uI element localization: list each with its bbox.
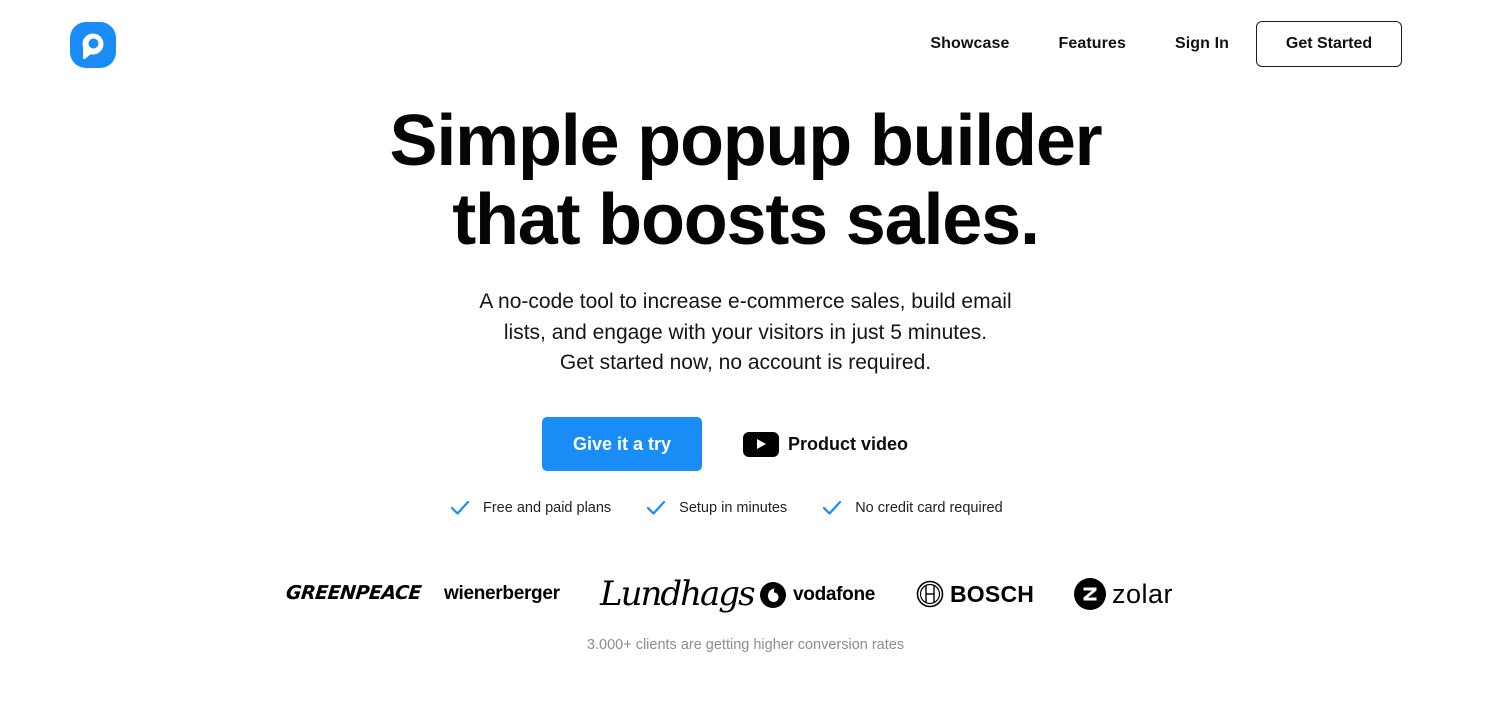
feature-label: Setup in minutes: [679, 500, 788, 516]
bosch-armature-icon: [916, 580, 944, 608]
logo-greenpeace: GREENPEACE: [285, 582, 422, 604]
logo-bosch-text: BOSCH: [950, 580, 1035, 607]
hero-subtitle-line-3: Get started now, no account is required.: [559, 351, 932, 374]
feature-checklist: Free and paid plans Setup in minutes No …: [450, 498, 1003, 518]
hero-title: Simple popup builder that boosts sales.: [0, 102, 1491, 260]
check-icon: [823, 500, 842, 515]
client-logos: GREENPEACE wienerberger Lundhags vodafon…: [285, 574, 1191, 618]
hero-subtitle-line-2: lists, and engage with your visitors in …: [503, 320, 988, 344]
hero-title-line-2: that boosts sales.: [452, 180, 1040, 260]
check-icon: [647, 500, 666, 515]
site-logo[interactable]: [70, 22, 116, 68]
nav-link-showcase[interactable]: Showcase: [930, 35, 1009, 53]
cta-row: Give it a try Product video: [542, 417, 908, 471]
hero-title-line-1: Simple popup builder: [389, 101, 1103, 181]
logo-wienerberger: wienerberger: [444, 583, 560, 605]
feature-label: Free and paid plans: [483, 500, 612, 516]
logo-vodafone: vodafone: [759, 581, 875, 609]
vodafone-speechmark-icon: [760, 582, 786, 608]
hero-subtitle: A no-code tool to increase e-commerce sa…: [0, 287, 1491, 379]
logo-zolar-text: zolar: [1112, 578, 1174, 609]
hero-subtitle-line-1: A no-code tool to increase e-commerce sa…: [479, 290, 1012, 313]
top-navigation: Showcase Features Sign In Get Started: [930, 21, 1402, 67]
give-it-a-try-button[interactable]: Give it a try: [542, 417, 702, 471]
logo-greenpeace-text: GREENPEACE: [284, 582, 423, 604]
product-video-link[interactable]: Product video: [743, 431, 909, 457]
feature-item: Free and paid plans: [450, 498, 611, 518]
popup-logo-icon: [70, 22, 116, 68]
nav-link-features[interactable]: Features: [1058, 35, 1126, 53]
product-video-label: Product video: [788, 433, 909, 454]
youtube-play-icon: [743, 431, 779, 457]
check-icon: [450, 500, 470, 515]
feature-item: No credit card required: [822, 498, 1003, 518]
get-started-button[interactable]: Get Started: [1256, 21, 1402, 67]
clients-caption: 3.000+ clients are getting higher conver…: [586, 637, 905, 653]
logo-zolar: zolar: [1074, 578, 1173, 610]
logo-bosch: BOSCH: [916, 580, 1034, 608]
logo-wienerberger-text: wienerberger: [444, 583, 560, 604]
logo-lundhags: Lundhags: [600, 574, 756, 614]
feature-label: No credit card required: [855, 500, 1003, 516]
feature-item: Setup in minutes: [646, 498, 787, 518]
logo-vodafone-text: vodafone: [793, 584, 876, 605]
nav-link-sign-in[interactable]: Sign In: [1175, 35, 1229, 53]
logo-lundhags-text: Lundhags: [600, 574, 756, 614]
zolar-z-icon: [1074, 578, 1106, 610]
